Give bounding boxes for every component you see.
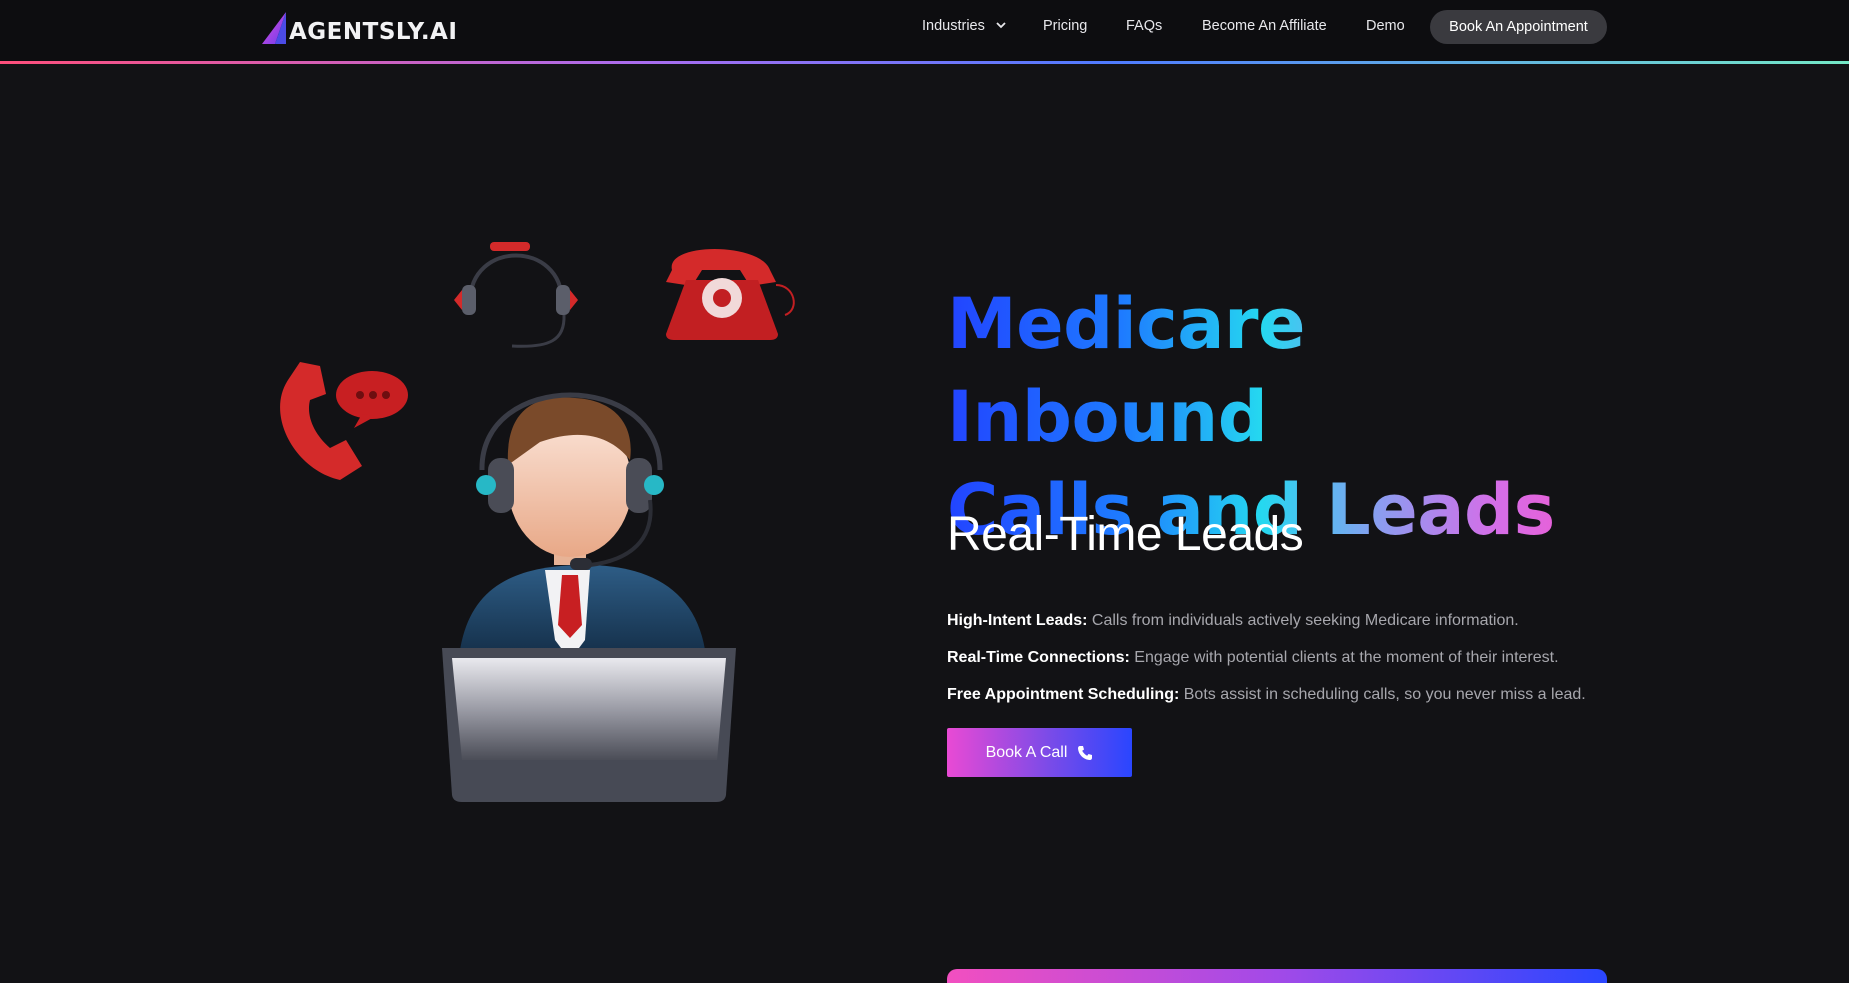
nav-become-affiliate[interactable]: Become An Affiliate: [1202, 18, 1327, 34]
typed-headline: Real-Time Leads: [947, 507, 1304, 562]
feature-text: Calls from individuals actively seeking …: [1087, 612, 1519, 629]
feature-list: High-Intent Leads: Calls from individual…: [947, 608, 1586, 719]
feature-text: Bots assist in scheduling calls, so you …: [1179, 686, 1586, 703]
site-logo[interactable]: AGENTSLY.AI: [257, 11, 457, 47]
nav-industries[interactable]: Industries: [922, 18, 1006, 34]
phone-icon: [1078, 745, 1093, 760]
hero-title-line1: Medicare Inbound: [947, 283, 1305, 458]
phone-chat-bubble-icon: [280, 362, 408, 480]
agent-figure: [460, 392, 705, 660]
book-a-call-button[interactable]: Book A Call: [947, 728, 1132, 777]
nav-faqs[interactable]: FAQs: [1126, 18, 1162, 34]
next-section-gradient-bar: [947, 969, 1607, 983]
nav-pricing[interactable]: Pricing: [1043, 18, 1087, 34]
feature-item: Real-Time Connections: Engage with poten…: [947, 645, 1586, 682]
nav-demo[interactable]: Demo: [1366, 18, 1405, 34]
site-header: AGENTSLY.AI Industries Pricing FAQs Beco…: [0, 0, 1849, 62]
header-gradient-divider: [0, 61, 1849, 64]
laptop-illustration: [442, 648, 736, 802]
book-appointment-button[interactable]: Book An Appointment: [1430, 10, 1607, 44]
chevron-down-icon: [996, 22, 1006, 29]
feature-text: Engage with potential clients at the mom…: [1129, 649, 1559, 666]
book-a-call-label: Book A Call: [985, 743, 1068, 761]
logo-triangle-icon: [262, 12, 286, 44]
typed-headline-text: Real-Time Leads: [947, 508, 1304, 561]
feature-title: Free Appointment Scheduling:: [947, 686, 1180, 703]
feature-item: Free Appointment Scheduling: Bots assist…: [947, 682, 1586, 719]
feature-title: Real-Time Connections:: [947, 649, 1130, 666]
call-center-agent-illustration: [280, 242, 795, 802]
logo-text: AGENTSLY.AI: [289, 19, 458, 45]
feature-item: High-Intent Leads: Calls from individual…: [947, 608, 1586, 645]
nav-industries-label: Industries: [922, 18, 985, 34]
rotary-telephone-icon: [666, 249, 795, 340]
feature-title: High-Intent Leads:: [947, 612, 1088, 629]
headset-icon: [454, 242, 578, 348]
